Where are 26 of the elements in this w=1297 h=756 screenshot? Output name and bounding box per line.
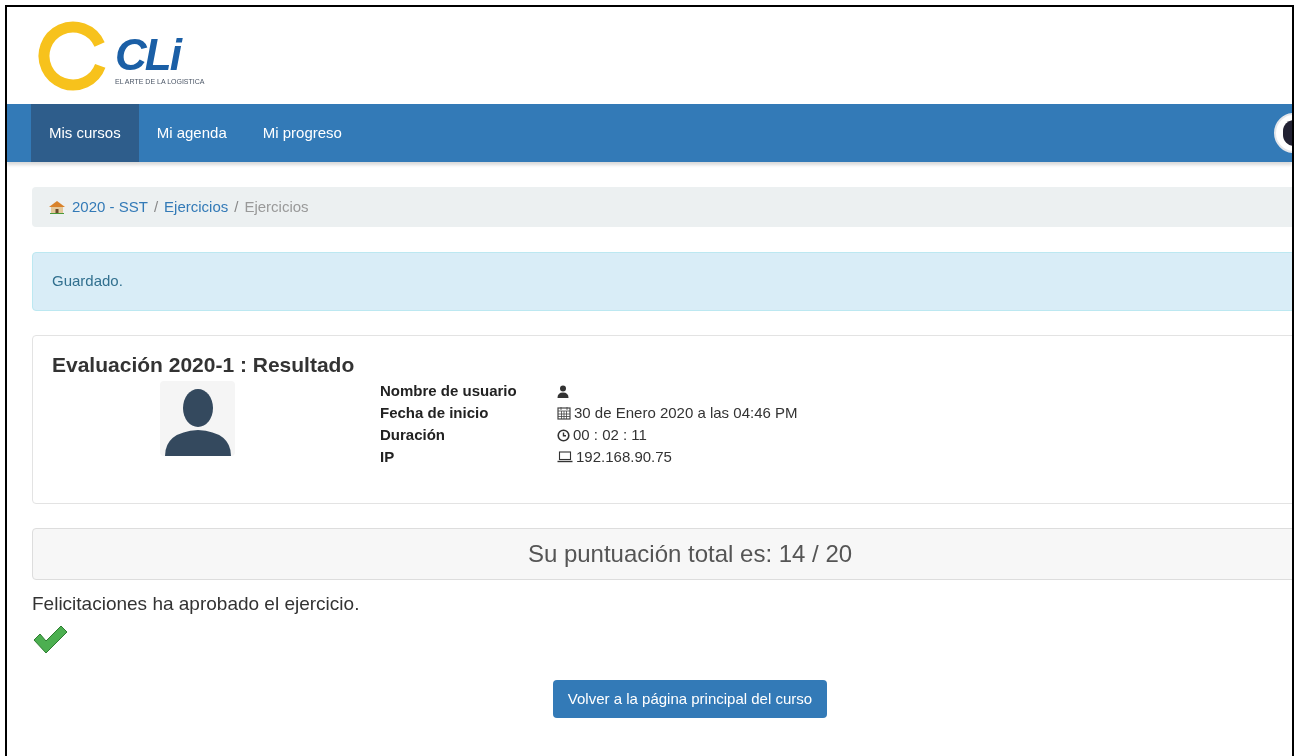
field-label: Duración [380,425,446,445]
nav-tab[interactable]: Mi progreso [244,104,360,162]
clock-icon [557,428,570,442]
calendar-icon [557,406,571,420]
field-value: 30 de Enero 2020 a las 04:46 PM [574,403,798,423]
home-icon [48,200,66,214]
return-button[interactable]: Volver a la página principal del curso [552,680,828,718]
field-value: 00 : 02 : 11 [573,425,647,445]
nav-tab[interactable]: Mis cursos [31,104,139,162]
user-icon [557,384,569,398]
nav-tab[interactable]: Mi agenda [138,104,245,162]
result-title: Evaluación 2020-1 : Resultado [52,352,356,378]
breadcrumb-separator: / [153,196,159,217]
logo-text: CLi [115,33,183,77]
laptop-icon [557,451,573,463]
breadcrumb-link[interactable]: Ejercicios [164,195,229,219]
field-value: 192.168.90.75 [576,447,672,467]
field-label: Nombre de usuario [380,381,518,401]
result-message: Felicitaciones ha aprobado el ejercicio. [32,592,361,616]
alert-message: Guardado. [32,252,1292,311]
field-label: IP [380,447,396,467]
breadcrumb-current: Ejercicios [244,196,309,217]
breadcrumb-link[interactable]: 2020 - SST [72,195,148,219]
score-panel: Su puntuación total es: 14 / 20 [32,528,1292,580]
breadcrumb-separator: / [234,196,239,217]
field-label: Fecha de inicio [380,403,490,423]
